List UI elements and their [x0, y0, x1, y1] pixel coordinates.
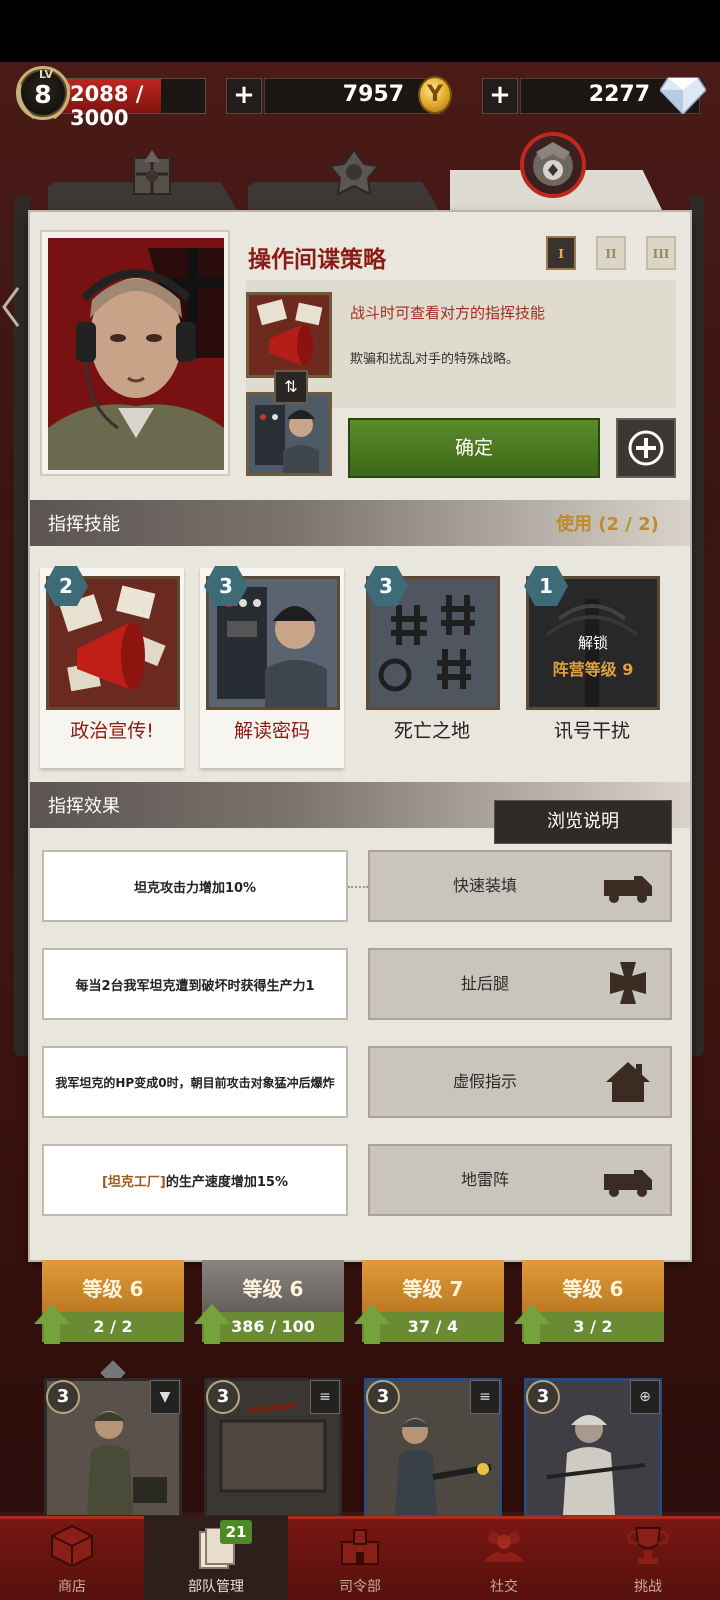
- effect-description-3: 我军坦克的HP变成0时，朝目前攻击对象猛冲后爆炸: [42, 1046, 348, 1118]
- unit-level-1: 等级 6: [42, 1260, 184, 1318]
- people-icon: [484, 1532, 524, 1562]
- truck-icon: [604, 1170, 652, 1197]
- radio-operator-icon: [249, 395, 329, 473]
- effect-name-4: 地雷阵: [460, 1170, 509, 1189]
- effect-card-4[interactable]: 地雷阵: [368, 1144, 672, 1216]
- effect-highlight: [坦克工厂]: [101, 1174, 166, 1190]
- add-button[interactable]: [616, 418, 676, 478]
- hq-icon: [341, 1529, 379, 1565]
- level-value: 8: [34, 80, 52, 109]
- confirm-button[interactable]: 确定: [348, 418, 600, 478]
- nav-shop[interactable]: 商店: [0, 1516, 144, 1600]
- nav-social-label: 社交: [490, 1579, 518, 1595]
- gold-add-button[interactable]: +: [226, 78, 262, 114]
- side-arrow-icon[interactable]: [0, 282, 22, 332]
- unit-badge-1: 3: [46, 1380, 80, 1414]
- crosshair-icon: ⊕: [630, 1380, 660, 1414]
- effect-card-3[interactable]: 虚假指示: [368, 1046, 672, 1118]
- house-icon: [606, 1062, 650, 1102]
- strategy-desc-secondary: 欺骗和扰乱对手的特殊战略。: [350, 352, 520, 367]
- effect-card-1[interactable]: 快速装填: [368, 850, 672, 922]
- nav-social[interactable]: 社交: [432, 1516, 576, 1600]
- strategy-skill-thumb-1[interactable]: [246, 292, 332, 378]
- effect-description-2: 每当2台我军坦克遭到破坏时获得生产力1: [42, 948, 348, 1020]
- unit-badge-2: 3: [206, 1380, 240, 1414]
- effect-card-2[interactable]: 扯后腿: [368, 948, 672, 1020]
- commander-portrait[interactable]: [48, 238, 224, 470]
- unit-count-3: 37 / 4: [362, 1312, 504, 1342]
- unit-count-1: 2 / 2: [42, 1312, 184, 1342]
- effect-name-1: 快速装填: [452, 876, 517, 895]
- diamond-add-button[interactable]: +: [482, 78, 518, 114]
- xp-text: 2088 / 3000: [70, 82, 144, 130]
- rank-3-button[interactable]: III: [646, 236, 676, 270]
- trophy-icon: [627, 1527, 669, 1564]
- command-skill-label-3: 死亡之地: [393, 720, 470, 742]
- iron-cross-icon: [610, 962, 646, 1004]
- strategy-desc-primary: 战斗时可查看对方的指挥技能: [350, 304, 546, 322]
- nav-headquarters-label: 司令部: [339, 1579, 381, 1595]
- diamond-value: 2277: [588, 82, 650, 107]
- nav-shop-label: 商店: [58, 1579, 86, 1595]
- unit-badge-4: 3: [526, 1380, 560, 1414]
- truck-icon: [604, 876, 652, 903]
- nav-challenge[interactable]: 挑战: [576, 1516, 720, 1600]
- rank-2-button[interactable]: II: [596, 236, 626, 270]
- panel-edge-right: [690, 196, 704, 1056]
- rank-1-button[interactable]: I: [546, 236, 576, 270]
- effect-name-3: 虚假指示: [452, 1072, 517, 1091]
- effect-text: 的生产速度增加15%: [165, 1174, 288, 1190]
- nav-challenge-label: 挑战: [634, 1579, 662, 1595]
- diamond-icon: [660, 77, 706, 114]
- strategy-title: 操作间谍策略: [248, 247, 386, 273]
- swap-icon[interactable]: ⇅: [274, 370, 308, 404]
- locked-requirement: 阵营等级 9: [552, 660, 634, 679]
- locked-text: 解锁: [577, 634, 608, 652]
- list-icon: ≡: [470, 1380, 500, 1414]
- tie-icon: ▼: [150, 1380, 180, 1414]
- command-skills-usage: 使用 (2 / 2): [556, 514, 659, 535]
- connector: [348, 886, 368, 888]
- eagle-emblem-icon: [133, 150, 171, 195]
- unit-management-badge: 21: [220, 1520, 252, 1544]
- gold-value: 7957: [342, 82, 404, 107]
- command-skill-label-1: 政治宣传!: [70, 720, 154, 742]
- status-bar: [0, 0, 720, 62]
- browse-description-button[interactable]: 浏览说明: [494, 800, 672, 844]
- cross-emblem-icon: [328, 148, 380, 196]
- box-icon: [51, 1524, 93, 1566]
- unit-count-2: 386 / 100: [202, 1312, 344, 1342]
- unit-level-4: 等级 6: [522, 1260, 664, 1318]
- gold-coin-icon: Y: [418, 76, 452, 114]
- list-icon: ≡: [310, 1380, 340, 1414]
- command-effects-title: 指挥效果: [48, 796, 120, 817]
- command-skills-title: 指挥技能: [48, 514, 120, 535]
- nav-unit-management[interactable]: 21 部队管理: [144, 1516, 288, 1600]
- unit-level-2: 等级 6: [202, 1260, 344, 1318]
- megaphone-icon: [249, 295, 329, 375]
- unit-badge-3: 3: [366, 1380, 400, 1414]
- effect-description-1: 坦克攻击力增加10%: [42, 850, 348, 922]
- unit-count-4: 3 / 2: [522, 1312, 664, 1342]
- command-skill-label-4: 讯号干扰: [553, 720, 630, 742]
- nav-unit-management-label: 部队管理: [188, 1579, 244, 1595]
- plus-circle-icon: [628, 430, 664, 466]
- effect-description-4: [坦克工厂] 的生产速度增加15%: [42, 1144, 348, 1216]
- nav-headquarters[interactable]: 司令部: [288, 1516, 432, 1600]
- effect-name-2: 扯后腿: [460, 974, 509, 993]
- unit-level-3: 等级 7: [362, 1260, 504, 1318]
- eagle-seal-icon: [520, 132, 586, 198]
- command-skill-label-2: 解读密码: [233, 720, 310, 742]
- strategy-skill-thumb-2[interactable]: [246, 392, 332, 476]
